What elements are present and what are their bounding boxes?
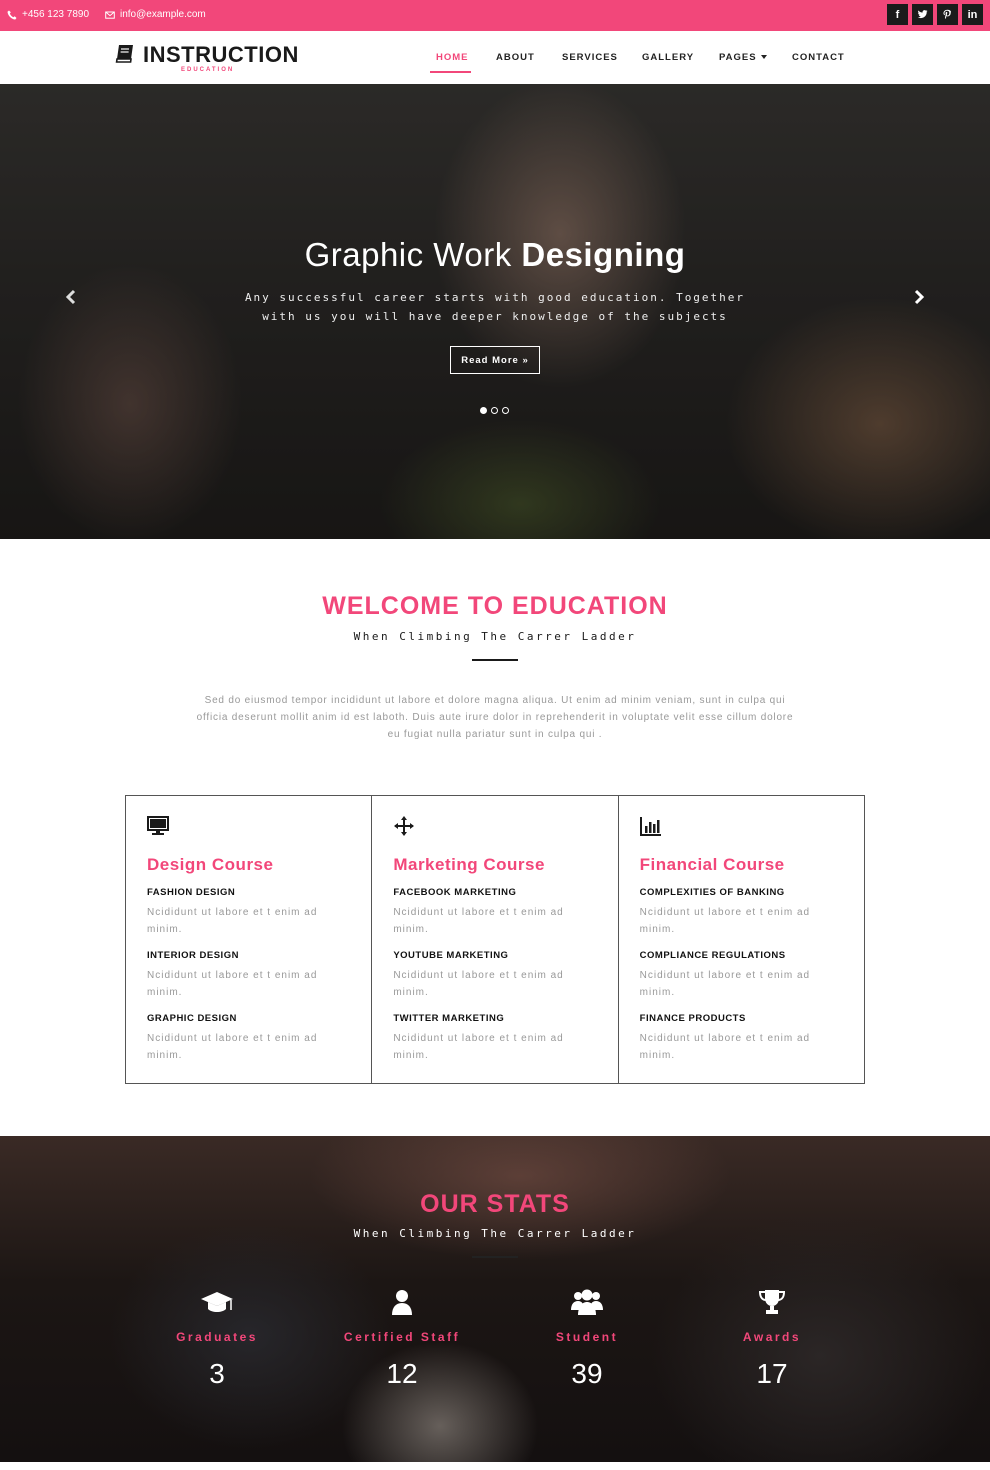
brand-tagline: EDUCATION	[181, 67, 235, 73]
graduation-cap-icon	[201, 1292, 233, 1312]
course-item: COMPLEXITIES OF BANKING Ncididunt ut lab…	[640, 887, 843, 938]
welcome-title: WELCOME TO EDUCATION	[322, 592, 668, 620]
phone-contact[interactable]: +456 123 7890	[7, 9, 89, 20]
site-header: INSTRUCTION EDUCATION HOME ABOUT SERVICE…	[0, 31, 990, 84]
course-item-name[interactable]: INTERIOR DESIGN	[147, 950, 350, 961]
nav-services[interactable]: SERVICES	[562, 52, 618, 63]
course-item: FINANCE PRODUCTS Ncididunt ut labore et …	[640, 1013, 843, 1064]
email-address: info@example.com	[120, 9, 206, 20]
stats-title: OUR STATS	[420, 1190, 570, 1218]
stats-section: OUR STATS When Climbing The Carrer Ladde…	[0, 1136, 990, 1462]
nav-pages-label: PAGES	[719, 52, 757, 63]
course-item-text: Ncididunt ut labore et t enim ad minim.	[393, 970, 564, 998]
stat-graduates: Graduates 3	[127, 1288, 307, 1390]
facebook-icon[interactable]: f	[887, 4, 908, 25]
move-arrows-icon	[394, 816, 415, 836]
brand-name: INSTRUCTION	[143, 42, 299, 67]
course-item-name[interactable]: FINANCE PRODUCTS	[640, 1013, 843, 1024]
course-item-text: Ncididunt ut labore et t enim ad minim.	[639, 1033, 811, 1061]
stat-awards: Awards 17	[682, 1288, 862, 1390]
trophy-icon	[758, 1290, 786, 1314]
monitor-icon	[147, 816, 169, 835]
course-item-text: Ncididunt ut labore et t enim ad minim.	[147, 1033, 318, 1061]
course-item: FASHION DESIGN Ncididunt ut labore et t …	[147, 887, 350, 938]
slider-dot-3[interactable]	[502, 407, 509, 414]
course-card-design: Design Course FASHION DESIGN Ncididunt u…	[126, 796, 373, 1083]
course-title[interactable]: Financial Course	[640, 855, 843, 875]
welcome-text: Sed do eiusmod tempor incididunt ut labo…	[196, 695, 794, 740]
course-item-name[interactable]: COMPLIANCE REGULATIONS	[640, 950, 843, 961]
top-bar: +456 123 7890 info@example.com f in	[0, 0, 990, 31]
linkedin-icon[interactable]: in	[962, 4, 983, 25]
courses-grid: Design Course FASHION DESIGN Ncididunt u…	[125, 795, 865, 1084]
hero-title-light: Graphic Work	[304, 236, 512, 273]
stat-label: Certified Staff	[343, 1330, 461, 1344]
course-card-marketing: Marketing Course FACEBOOK MARKETING Ncid…	[372, 796, 619, 1083]
stat-label: Graduates	[176, 1330, 258, 1344]
course-item-name[interactable]: FASHION DESIGN	[147, 887, 350, 898]
stat-student: Student 39	[497, 1288, 677, 1390]
nav-home[interactable]: HOME	[436, 52, 469, 63]
nav-active-indicator	[430, 71, 471, 73]
stat-value: 17	[756, 1358, 788, 1389]
slider-dots	[480, 407, 509, 414]
stat-certified-staff: Certified Staff 12	[312, 1288, 492, 1390]
envelope-icon	[105, 11, 115, 19]
phone-icon	[7, 10, 17, 19]
hero-slider: Graphic Work Designing Any successful ca…	[0, 84, 990, 539]
course-item-name[interactable]: TWITTER MARKETING	[393, 1013, 596, 1024]
nav-gallery[interactable]: GALLERY	[642, 52, 694, 63]
stat-label: Student	[555, 1330, 619, 1344]
nav-about[interactable]: ABOUT	[496, 52, 535, 63]
nav-contact[interactable]: CONTACT	[792, 52, 845, 63]
users-icon	[571, 1289, 603, 1315]
email-contact[interactable]: info@example.com	[105, 9, 206, 20]
course-item-name[interactable]: GRAPHIC DESIGN	[147, 1013, 350, 1024]
book-icon	[115, 45, 133, 63]
course-item-text: Ncididunt ut labore et t enim ad minim.	[393, 1033, 564, 1061]
welcome-divider	[472, 659, 518, 661]
hero-text: Any successful career starts with good e…	[244, 291, 746, 323]
user-icon	[392, 1290, 412, 1315]
slider-dot-2[interactable]	[491, 407, 498, 414]
phone-number: +456 123 7890	[22, 9, 90, 20]
slider-dot-1[interactable]	[480, 407, 487, 414]
chevron-right-icon[interactable]	[911, 289, 927, 305]
course-item: FACEBOOK MARKETING Ncididunt ut labore e…	[393, 887, 596, 938]
stats-divider	[472, 1256, 518, 1258]
stats-subtitle: When Climbing The Carrer Ladder	[353, 1227, 637, 1240]
course-card-financial: Financial Course COMPLEXITIES OF BANKING…	[619, 796, 864, 1083]
course-item-text: Ncididunt ut labore et t enim ad minim.	[639, 907, 811, 935]
course-item-name[interactable]: FACEBOOK MARKETING	[393, 887, 596, 898]
course-item: INTERIOR DESIGN Ncididunt ut labore et t…	[147, 950, 350, 1001]
stat-label: Awards	[742, 1330, 802, 1344]
read-more-button[interactable]: Read More »	[450, 346, 540, 374]
stat-value: 12	[386, 1358, 418, 1389]
course-item-text: Ncididunt ut labore et t enim ad minim.	[639, 970, 811, 998]
pinterest-icon[interactable]	[937, 4, 958, 25]
course-item: COMPLIANCE REGULATIONS Ncididunt ut labo…	[640, 950, 843, 1001]
course-title[interactable]: Marketing Course	[393, 855, 596, 875]
stat-value: 39	[571, 1358, 603, 1389]
course-item: TWITTER MARKETING Ncididunt ut labore et…	[393, 1013, 596, 1064]
twitter-icon[interactable]	[912, 4, 933, 25]
stat-value: 3	[209, 1358, 225, 1389]
caret-down-icon	[760, 55, 767, 60]
course-item-text: Ncididunt ut labore et t enim ad minim.	[147, 970, 318, 998]
hero-title: Graphic Work Designing	[0, 236, 990, 274]
course-item-name[interactable]: YOUTUBE MARKETING	[393, 950, 596, 961]
chevron-left-icon[interactable]	[63, 289, 79, 305]
course-item-text: Ncididunt ut labore et t enim ad minim.	[393, 907, 564, 935]
course-item-text: Ncididunt ut labore et t enim ad minim.	[147, 907, 318, 935]
nav-pages[interactable]: PAGES	[719, 52, 767, 63]
course-item-name[interactable]: COMPLEXITIES OF BANKING	[640, 887, 843, 898]
welcome-subtitle: When Climbing The Carrer Ladder	[353, 630, 637, 643]
social-links: f in	[887, 4, 983, 25]
hero-title-bold: Designing	[521, 236, 686, 273]
bar-chart-icon	[639, 817, 661, 836]
course-item: GRAPHIC DESIGN Ncididunt ut labore et t …	[147, 1013, 350, 1064]
course-title[interactable]: Design Course	[147, 855, 350, 875]
course-item: YOUTUBE MARKETING Ncididunt ut labore et…	[393, 950, 596, 1001]
